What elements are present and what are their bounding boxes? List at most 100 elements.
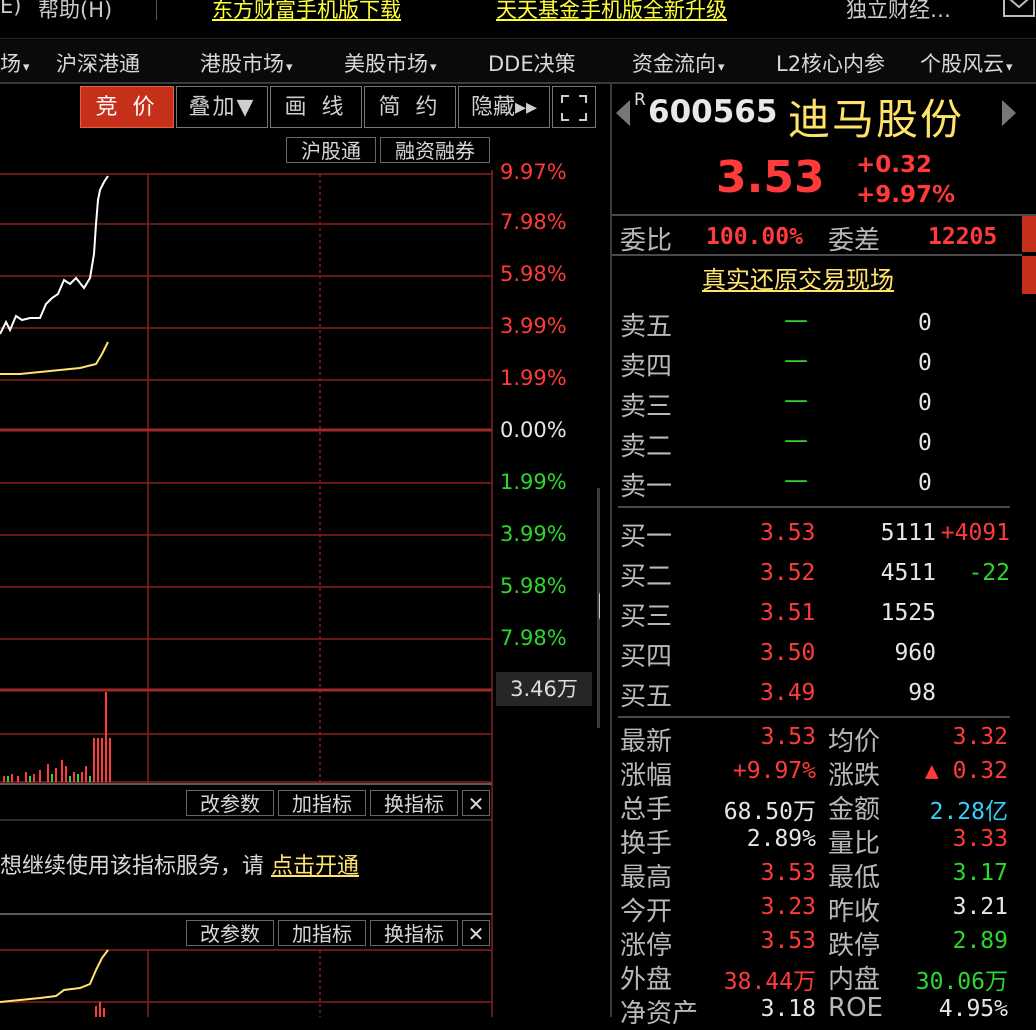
change-param-button-2[interactable]: 改参数 — [186, 920, 274, 946]
buy-row[interactable]: 买三 3.51 1525 — [612, 596, 1022, 636]
close-icon-2[interactable]: ✕ — [462, 920, 490, 946]
envelope-icon[interactable] — [1002, 0, 1036, 20]
menu-item-hk-market[interactable]: 港股市场 ▾ — [200, 48, 293, 78]
sell-volume: 0 — [918, 430, 932, 456]
stat-label: 涨跌 — [828, 761, 881, 791]
menu-fragment[interactable]: E) — [0, 0, 21, 18]
side-tab[interactable] — [1022, 216, 1036, 252]
ad-link-fund-upgrade[interactable]: 天天基金手机版全新升级 — [496, 0, 727, 24]
stat-row: 净资产 3.18 ROE 4.95% — [612, 993, 1022, 1030]
r-badge: R — [634, 90, 646, 110]
buy-label: 买五 — [620, 682, 673, 712]
buy-price: 3.53 — [760, 520, 816, 546]
buy-row[interactable]: 买二 3.52 4511 -22 — [612, 556, 1022, 596]
change-param-button[interactable]: 改参数 — [186, 790, 274, 816]
stat-value: 3.53 — [760, 860, 816, 886]
pct-label: 7.98% — [500, 210, 567, 234]
top-menubar: E) 帮助(H) 东方财富手机版下载 天天基金手机版全新升级 独立财经… — [0, 0, 1036, 39]
close-icon[interactable]: ✕ — [462, 790, 490, 816]
sell-volume: 0 — [918, 350, 932, 376]
sell-label: 卖一 — [620, 472, 673, 502]
side-tab[interactable] — [1022, 256, 1036, 294]
buy-price: 3.51 — [760, 600, 816, 626]
sell-volume: 0 — [918, 390, 932, 416]
pct-label: 7.98% — [500, 626, 567, 650]
simple-mode-button[interactable]: 简 约 — [364, 86, 456, 128]
sell-label: 卖五 — [620, 312, 673, 342]
sell-price: — — [784, 386, 808, 414]
menu-item-fragment[interactable]: 场 ▾ — [0, 48, 30, 78]
ad-link-mobile-download[interactable]: 东方财富手机版下载 — [212, 0, 401, 24]
menu-item-capital-flow[interactable]: 资金流向 ▾ — [632, 48, 725, 78]
auction-button[interactable]: 竞 价 — [80, 86, 174, 128]
buy-row[interactable]: 买一 3.53 5111 +4091 — [612, 516, 1022, 556]
stat-value: 30.06万 — [915, 969, 1008, 995]
real-trade-link[interactable]: 真实还原交易现场 — [702, 260, 894, 295]
stat-label: 金额 — [828, 795, 881, 825]
next-stock-icon[interactable] — [1000, 98, 1018, 132]
pct-label: 9.97% — [500, 160, 567, 184]
stat-value: 3.17 — [952, 860, 1008, 886]
stat-value: ▲ 0.32 — [924, 758, 1008, 784]
sell-price: — — [784, 466, 808, 494]
stat-label: 量比 — [828, 829, 881, 859]
pct-label: 1.99% — [500, 366, 567, 390]
sell-row[interactable]: 卖三 — 0 — [612, 386, 1022, 426]
sell-volume: 0 — [918, 310, 932, 336]
wb-value: 100.00% — [706, 224, 803, 250]
buy-label: 买一 — [620, 522, 673, 552]
swap-indicator-button-2[interactable]: 换指标 — [370, 920, 458, 946]
buy-volume: 4511 — [880, 560, 936, 586]
menu-item-l2-insight[interactable]: L2核心内参 — [776, 48, 885, 78]
stat-value: 3.53 — [760, 928, 816, 954]
sell-volume: 0 — [918, 470, 932, 496]
swap-indicator-button[interactable]: 换指标 — [370, 790, 458, 816]
stat-row: 外盘 38.44万 内盘 30.06万 — [612, 962, 1022, 996]
buy-volume: 1525 — [880, 600, 936, 626]
sell-row[interactable]: 卖五 — 0 — [612, 306, 1022, 346]
stat-value: 2.89 — [952, 928, 1008, 954]
prev-stock-icon[interactable] — [614, 98, 632, 132]
menu-item-dde[interactable]: DDE决策 — [488, 48, 576, 78]
draw-line-button[interactable]: 画 线 — [270, 86, 362, 128]
sell-row[interactable]: 卖二 — 0 — [612, 426, 1022, 466]
menu-item-hsgt[interactable]: 沪深港通 — [56, 48, 140, 78]
menu-item-stock-risk[interactable]: 个股风云 ▾ — [920, 48, 1013, 78]
stock-name: 迪马股份 — [788, 95, 965, 144]
stat-label: 内盘 — [828, 965, 881, 995]
stat-value: 3.33 — [952, 826, 1008, 852]
sell-row[interactable]: 卖四 — 0 — [612, 346, 1022, 386]
stat-label: 净资产 — [620, 999, 699, 1029]
wb-label: 委比 — [620, 226, 673, 256]
buy-label: 买四 — [620, 642, 673, 672]
overlay-button[interactable]: 叠加▼ — [176, 86, 268, 128]
quote-panel: R 600565 迪马股份 3.53 +0.32 +9.97% 委比 100.0… — [610, 84, 1036, 1029]
buy-row[interactable]: 买五 3.49 98 — [612, 676, 1022, 716]
hsgt-tag[interactable]: 沪股通 — [286, 137, 376, 163]
sell-price: — — [784, 426, 808, 454]
margin-trading-tag[interactable]: 融资融券 — [380, 137, 490, 163]
stat-value: 2.28亿 — [929, 799, 1008, 825]
sell-price: — — [784, 346, 808, 374]
stat-label: 今开 — [620, 897, 673, 927]
expand-icon[interactable] — [552, 86, 596, 128]
subscription-notice: 想继续使用该指标服务，请 点击开通 — [0, 854, 360, 879]
stat-value: +9.97% — [732, 758, 816, 784]
news-ticker[interactable]: 独立财经… — [846, 0, 951, 24]
buy-volume: 98 — [908, 680, 936, 706]
sell-row[interactable]: 卖一 — 0 — [612, 466, 1022, 506]
menu-help[interactable]: 帮助(H) — [38, 0, 112, 24]
pct-label-zero: 0.00% — [500, 418, 567, 442]
buy-price: 3.50 — [760, 640, 816, 666]
add-indicator-button-2[interactable]: 加指标 — [278, 920, 366, 946]
stat-value: 2.89% — [746, 826, 816, 852]
volume-max-label: 3.46万 — [496, 672, 592, 706]
stat-label: 涨幅 — [620, 761, 673, 791]
stat-value: 3.18 — [760, 996, 816, 1022]
buy-row[interactable]: 买四 3.50 960 — [612, 636, 1022, 676]
subscribe-link[interactable]: 点击开通 — [271, 854, 359, 879]
add-indicator-button[interactable]: 加指标 — [278, 790, 366, 816]
menu-item-us-market[interactable]: 美股市场 ▾ — [344, 48, 437, 78]
stat-value: 3.53 — [760, 724, 816, 750]
hide-button[interactable]: 隐藏▸▸ — [458, 86, 550, 128]
